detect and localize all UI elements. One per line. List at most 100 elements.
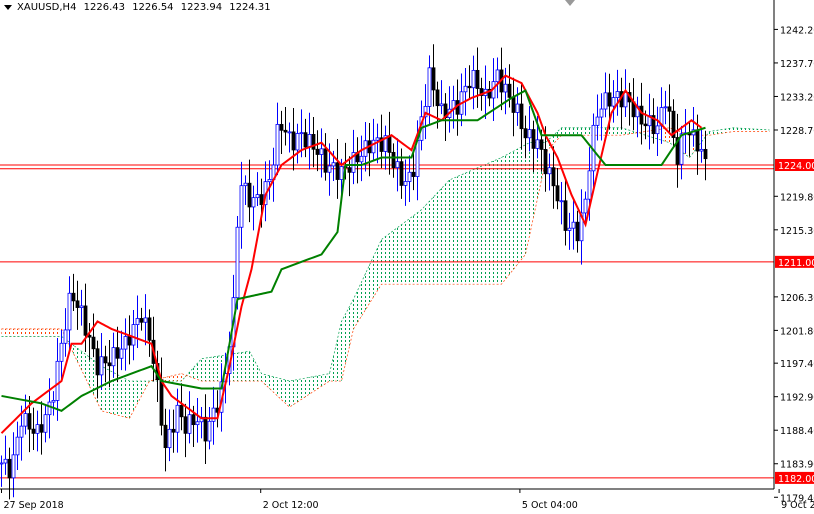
- y-tick-label: 1188.40: [780, 426, 814, 437]
- chart-window[interactable]: 1242.20 1237.70 1233.20 1228.70 1219.80 1215.…: [0, 0, 814, 514]
- cloud-segment: [27, 328, 30, 337]
- cloud-segment: [493, 160, 496, 285]
- cloud-segment: [385, 235, 388, 285]
- cloud-segment: [573, 127, 576, 136]
- candle-body: [407, 171, 412, 182]
- candle-body: [163, 424, 168, 449]
- candle-body: [203, 416, 208, 442]
- candle: [63, 308, 68, 357]
- candle: [187, 391, 192, 444]
- dropdown-triangle-icon[interactable]: [4, 4, 12, 10]
- y-tick-label: 1233.20: [780, 92, 814, 103]
- candle: [615, 69, 620, 116]
- cloud-segment: [235, 353, 238, 382]
- candle-body: [283, 129, 288, 133]
- cloud-segment: [509, 152, 512, 275]
- candle-body: [699, 148, 704, 152]
- candle: [395, 138, 400, 192]
- y-tick-label: 1237.70: [780, 59, 814, 70]
- candle: [547, 153, 552, 191]
- candle: [495, 57, 500, 99]
- cloud-segment: [475, 167, 478, 285]
- candle-body: [515, 103, 520, 113]
- cloud-segment: [355, 290, 358, 326]
- candle: [87, 323, 92, 361]
- candle-body: [567, 227, 572, 231]
- cloud-segment: [485, 163, 488, 285]
- candle-body: [403, 181, 408, 186]
- y-tick-label: 1242.20: [780, 25, 814, 36]
- cloud-segment: [243, 351, 246, 382]
- cloud-segment: [373, 252, 376, 297]
- cloud-segment: [293, 379, 296, 405]
- candle-body: [539, 139, 544, 150]
- candle: [175, 388, 180, 453]
- cloud-segment: [409, 217, 412, 285]
- cloud-segment: [505, 154, 508, 280]
- candle-body: [371, 139, 376, 154]
- cloud-segment: [465, 172, 468, 285]
- candle-body: [247, 182, 252, 208]
- candle: [407, 155, 412, 202]
- candle-body: [303, 132, 308, 148]
- candle: [311, 117, 316, 168]
- cloud-segment: [487, 162, 490, 285]
- candle-body: [175, 404, 180, 433]
- candle: [279, 110, 284, 155]
- cloud-segment: [45, 328, 48, 337]
- candle: [319, 128, 324, 178]
- candle-body: [11, 454, 16, 479]
- cloud-segment: [237, 352, 240, 382]
- cloud-segment: [13, 328, 16, 337]
- cloud-segment: [211, 356, 214, 382]
- candle-body: [527, 129, 532, 139]
- cloud-segment: [19, 328, 22, 337]
- candle-body: [235, 226, 240, 299]
- candle-body: [559, 200, 564, 203]
- cloud-segment: [7, 328, 10, 337]
- cloud-segment: [519, 146, 522, 262]
- candle-body: [139, 318, 144, 323]
- candle: [559, 182, 564, 225]
- cloud-segment: [511, 151, 514, 272]
- cloud-segment: [497, 158, 500, 285]
- candle-body: [463, 85, 468, 93]
- candle: [335, 139, 340, 199]
- candle-body: [35, 424, 40, 434]
- candle-body: [615, 91, 620, 98]
- cloud-segment: [565, 127, 568, 136]
- cloud-segment: [579, 127, 582, 136]
- cloud-segment: [87, 355, 90, 387]
- candle: [667, 84, 672, 135]
- cloud-segment: [563, 127, 566, 136]
- candle-body: [327, 165, 332, 173]
- high-value: 1226.54: [132, 2, 174, 13]
- candle-body: [535, 139, 540, 149]
- price-chart[interactable]: 1242.20 1237.70 1233.20 1228.70 1219.80 1215.…: [0, 0, 814, 514]
- candle-body: [507, 83, 512, 98]
- cloud-segment: [743, 128, 746, 132]
- candle-body: [387, 135, 392, 153]
- candle: [51, 391, 56, 416]
- candle: [627, 82, 632, 126]
- candle-body: [623, 92, 628, 108]
- candle-body: [127, 336, 132, 346]
- candle-body: [59, 342, 64, 362]
- cloud-segment: [41, 328, 44, 337]
- candle: [7, 447, 12, 500]
- open-value: 1226.43: [83, 2, 125, 13]
- cloud-segment: [209, 357, 212, 382]
- cloud-segment: [179, 373, 182, 382]
- cloud-segment: [283, 379, 286, 404]
- cloud-segment: [285, 379, 288, 406]
- cloud-segment: [281, 378, 284, 402]
- candle: [3, 435, 8, 475]
- candle: [235, 216, 240, 310]
- candle-body: [79, 305, 84, 308]
- cloud-segment: [269, 375, 272, 391]
- candle: [511, 77, 516, 137]
- cloud-segment: [739, 128, 742, 132]
- cloud-segment: [463, 173, 466, 285]
- candle: [195, 397, 200, 443]
- candle-body: [323, 148, 328, 173]
